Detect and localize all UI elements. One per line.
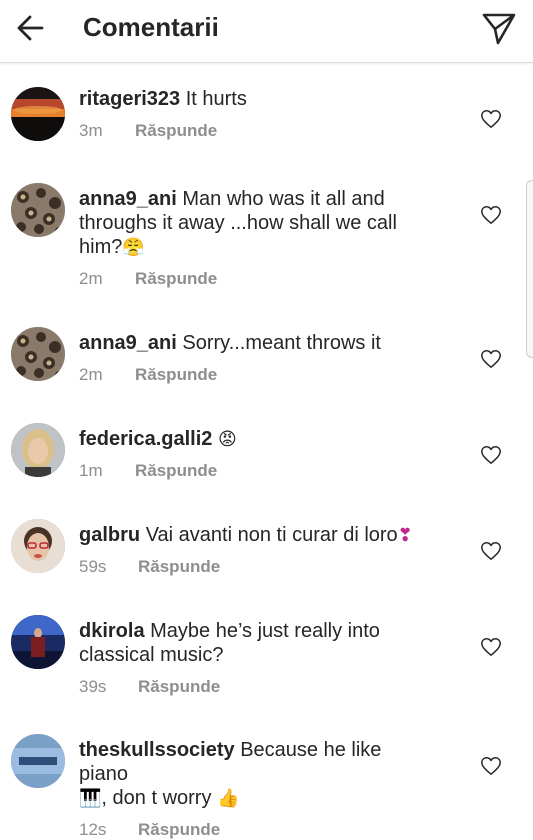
comment-text: anna9_ani Man who was it all and through… — [79, 187, 419, 259]
heart-exclamation-emoji: ❣ — [397, 525, 413, 545]
heart-icon[interactable] — [480, 348, 502, 370]
comment-meta: 39s Răspunde — [79, 677, 419, 697]
comment-time: 39s — [79, 677, 107, 696]
tired-face-emoji: 😤 — [122, 237, 145, 257]
comment-username[interactable]: dkirola — [79, 620, 145, 642]
comment-time: 2m — [79, 269, 103, 288]
reply-button[interactable]: Răspunde — [138, 677, 220, 697]
comment-meta: 12s Răspunde — [79, 820, 419, 840]
comment-time: 2m — [79, 365, 103, 384]
reply-button[interactable]: Răspunde — [135, 461, 217, 481]
heart-icon[interactable] — [480, 444, 502, 466]
comment-meta: 2m Răspunde — [79, 269, 419, 289]
comment-text: federica.galli2 😡 — [79, 427, 419, 451]
comment-username[interactable]: theskullssociety — [79, 739, 235, 761]
angry-face-emoji: 😡 — [217, 429, 237, 449]
back-button[interactable] — [12, 10, 48, 46]
paper-plane-icon — [482, 13, 516, 45]
avatar[interactable] — [11, 87, 65, 141]
piano-emoji: 🎹 — [79, 788, 102, 808]
blonde-woman-photo-icon — [11, 423, 65, 477]
heart-icon[interactable] — [480, 108, 502, 130]
heart-icon[interactable] — [480, 636, 502, 658]
avatar[interactable] — [11, 615, 65, 669]
comment-message: Sorry...meant throws it — [182, 332, 381, 354]
comment-meta: 2m Răspunde — [79, 365, 419, 385]
heart-icon[interactable] — [480, 540, 502, 562]
sunset-photo-icon — [11, 87, 65, 141]
comment-message: It hurts — [185, 88, 247, 110]
comment-username[interactable]: anna9_ani — [79, 188, 177, 210]
thumbs-up-emoji: 👍 — [217, 788, 240, 808]
stage-photo-icon — [11, 615, 65, 669]
comment-meta: 59s Răspunde — [79, 557, 419, 577]
leopard-print-photo-icon — [11, 183, 65, 237]
avatar[interactable] — [11, 183, 65, 237]
heart-icon[interactable] — [480, 755, 502, 777]
avatar[interactable] — [11, 519, 65, 573]
arrow-left-icon — [17, 15, 44, 41]
comment-message-continued: , don t worry — [101, 787, 212, 809]
comment-message: Vai avanti non ti curar di loro — [145, 524, 398, 546]
reply-button[interactable]: Răspunde — [135, 269, 217, 289]
avatar[interactable] — [11, 423, 65, 477]
comment-username[interactable]: anna9_ani — [79, 332, 177, 354]
comment-meta: 3m Răspunde — [79, 121, 419, 141]
avatar[interactable] — [11, 327, 65, 381]
comment-text: theskullssociety Because he like piano 🎹… — [79, 738, 419, 810]
page-title: Comentarii — [83, 12, 219, 42]
top-bar: Comentarii — [0, 0, 533, 63]
comment-time: 59s — [79, 557, 107, 576]
avatar[interactable] — [11, 734, 65, 788]
comment-time: 12s — [79, 820, 107, 839]
reply-button[interactable]: Răspunde — [138, 820, 220, 840]
comment-text: dkirola Maybe he’s just really into clas… — [79, 619, 419, 667]
comment-text: galbru Vai avanti non ti curar di loro❣ — [79, 523, 419, 547]
comment-username[interactable]: galbru — [79, 524, 140, 546]
comment-time: 3m — [79, 121, 103, 140]
share-button[interactable] — [479, 8, 519, 48]
heart-icon[interactable] — [480, 204, 502, 226]
comment-username[interactable]: federica.galli2 — [79, 428, 212, 450]
comment-time: 1m — [79, 461, 103, 480]
leopard-print-photo-icon — [11, 327, 65, 381]
scrollbar[interactable] — [526, 180, 533, 358]
comment-meta: 1m Răspunde — [79, 461, 419, 481]
reply-button[interactable]: Răspunde — [135, 121, 217, 141]
comment-text: ritageri323 It hurts — [79, 87, 419, 111]
comment-username[interactable]: ritageri323 — [79, 88, 180, 110]
logo-badge-icon — [11, 734, 65, 788]
comment-text: anna9_ani Sorry...meant throws it — [79, 331, 419, 355]
reply-button[interactable]: Răspunde — [138, 557, 220, 577]
reply-button[interactable]: Răspunde — [135, 365, 217, 385]
woman-glasses-photo-icon — [11, 519, 65, 573]
